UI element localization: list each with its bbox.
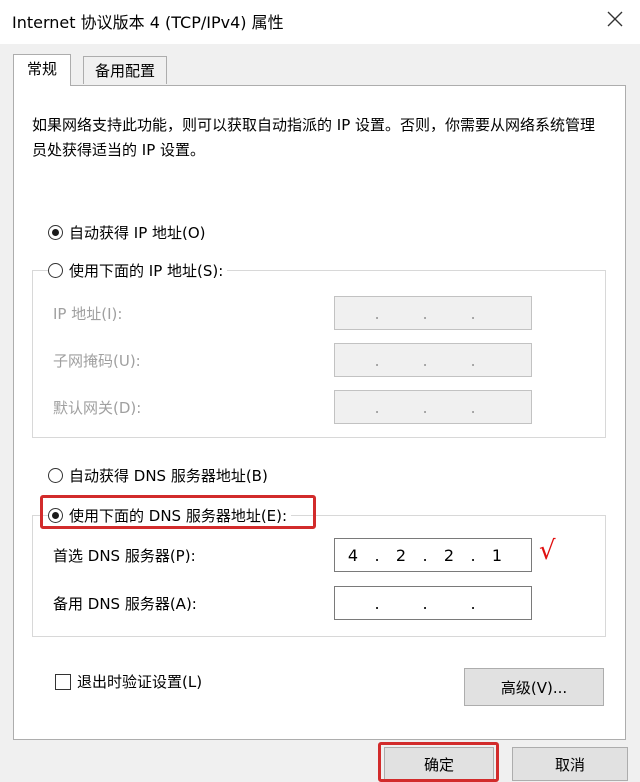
radio-indicator <box>48 263 63 278</box>
ok-button[interactable]: 确定 <box>384 747 494 781</box>
tab-general[interactable]: 常规 <box>13 54 71 86</box>
close-icon <box>607 11 623 27</box>
title-bar: Internet 协议版本 4 (TCP/IPv4) 属性 <box>0 0 640 44</box>
alternate-dns-label: 备用 DNS 服务器(A): <box>53 595 197 613</box>
window-title: Internet 协议版本 4 (TCP/IPv4) 属性 <box>12 13 284 32</box>
advanced-button[interactable]: 高级(V)... <box>464 668 604 706</box>
radio-manual-dns[interactable]: 使用下面的 DNS 服务器地址(E): <box>48 505 292 526</box>
radio-indicator <box>48 468 63 483</box>
description-text: 如果网络支持此功能，则可以获取自动指派的 IP 设置。否则，你需要从网络系统管理… <box>32 116 596 159</box>
radio-indicator <box>48 225 63 240</box>
checkbox-indicator <box>55 673 71 690</box>
preferred-dns-label: 首选 DNS 服务器(P): <box>53 547 196 565</box>
radio-indicator <box>48 508 63 523</box>
default-gateway-label: 默认网关(D): <box>53 399 142 417</box>
radio-auto-ip[interactable]: 自动获得 IP 地址(O) <box>48 222 210 243</box>
radio-auto-dns[interactable]: 自动获得 DNS 服务器地址(B) <box>48 465 272 486</box>
checkmark-annotation: √ <box>539 536 556 566</box>
preferred-dns-input[interactable]: 4. 2. 2. 1 <box>334 538 532 572</box>
ip-address-input: ... <box>334 296 532 330</box>
default-gateway-input: ... <box>334 390 532 424</box>
validate-settings-checkbox[interactable]: 退出时验证设置(L) <box>55 671 202 692</box>
radio-manual-ip[interactable]: 使用下面的 IP 地址(S): <box>48 260 228 281</box>
cancel-button[interactable]: 取消 <box>512 747 628 781</box>
alternate-dns-input[interactable]: . . . <box>334 586 532 620</box>
subnet-mask-label: 子网掩码(U): <box>53 352 141 370</box>
close-button[interactable] <box>604 8 626 30</box>
ip-address-label: IP 地址(I): <box>53 305 123 323</box>
subnet-mask-input: ... <box>334 343 532 377</box>
tab-alternate-config[interactable]: 备用配置 <box>83 56 167 84</box>
